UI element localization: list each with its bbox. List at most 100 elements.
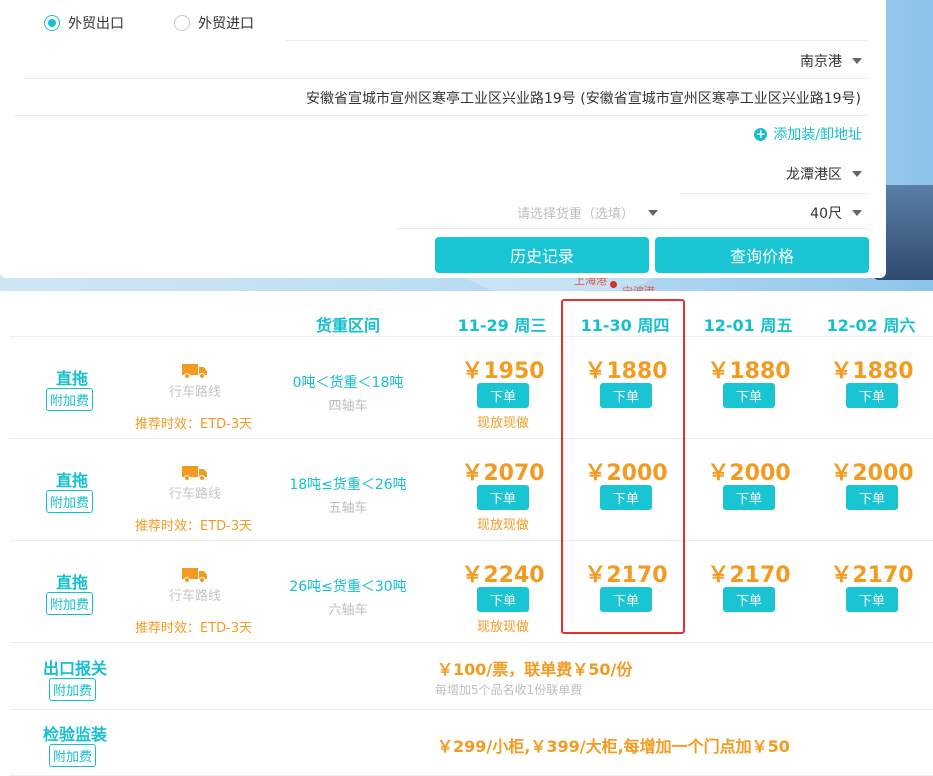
caret-down-icon bbox=[852, 210, 862, 216]
container-select[interactable]: 40尺 bbox=[810, 203, 862, 223]
divider bbox=[24, 78, 868, 79]
service-name: 直拖 bbox=[55, 471, 88, 490]
radio-export-label: 外贸出口 bbox=[68, 16, 124, 32]
history-button[interactable]: 历史记录 bbox=[435, 237, 649, 273]
radio-checked-icon bbox=[44, 15, 60, 31]
price: ￥2000 bbox=[830, 461, 914, 486]
row-divider bbox=[10, 642, 933, 643]
map-label-ningbo: 宁波港 bbox=[622, 283, 655, 291]
date-header: 12-02 周六 bbox=[826, 316, 916, 335]
timeliness-text: 推荐时效：ETD-3天 bbox=[135, 417, 253, 432]
weight-range: 26吨≤货重＜30吨 bbox=[289, 579, 407, 595]
divider bbox=[397, 228, 868, 229]
service-name: 直拖 bbox=[55, 369, 88, 388]
truck-icon bbox=[182, 466, 207, 481]
weight-range: 0吨＜货重＜18吨 bbox=[292, 375, 404, 391]
weight-placeholder: 请选择货重（选填） bbox=[517, 207, 635, 222]
price: ￥1880 bbox=[830, 359, 914, 384]
divider bbox=[680, 193, 868, 194]
date-header: 11-30 周四 bbox=[580, 316, 670, 335]
address-value: 安徽省宣城市宣州区寒亭工业区兴业路19号 (安徽省宣城市宣州区寒亭工业区兴业路1… bbox=[305, 91, 861, 107]
price: ￥2170 bbox=[584, 563, 668, 588]
price: ￥1880 bbox=[707, 359, 791, 384]
surcharge-badge[interactable]: 附加费 bbox=[49, 678, 97, 701]
map-marker bbox=[610, 281, 617, 288]
order-button[interactable]: 下单 bbox=[846, 485, 898, 510]
order-button[interactable]: 下单 bbox=[600, 485, 652, 510]
route-label: 行车路线 bbox=[168, 487, 221, 502]
caret-down-icon bbox=[852, 58, 862, 64]
inspection-price: ￥299/小柜,￥399/大柜,每增加一个门点加￥50 bbox=[437, 737, 790, 756]
caret-down-icon bbox=[852, 171, 862, 177]
row-divider bbox=[10, 709, 933, 710]
customs-price: ￥100/票，联单费￥50/份 bbox=[437, 660, 633, 679]
radio-export[interactable]: 外贸出口 bbox=[44, 13, 124, 33]
radio-import-label: 外贸进口 bbox=[198, 16, 254, 32]
service-name: 出口报关 bbox=[42, 659, 107, 678]
route-link[interactable]: 行车路线 bbox=[155, 567, 235, 604]
note: 现放现做 bbox=[476, 518, 529, 533]
customs-note: 每增加5个品名收1份联单费 bbox=[435, 683, 583, 697]
price: ￥2170 bbox=[830, 563, 914, 588]
date-header: 12-01 周五 bbox=[703, 316, 793, 335]
query-price-button[interactable]: 查询价格 bbox=[655, 237, 869, 273]
weight-range: 18吨≤货重＜26吨 bbox=[289, 477, 407, 493]
row-divider bbox=[10, 438, 933, 439]
price-table: 货重区间 11-29 周三 11-30 周四 12-01 周五 12-02 周六… bbox=[0, 291, 933, 776]
axle-type: 五轴车 bbox=[328, 501, 368, 516]
order-button[interactable]: 下单 bbox=[477, 587, 529, 612]
weight-select[interactable]: 请选择货重（选填） bbox=[517, 203, 659, 222]
order-button[interactable]: 下单 bbox=[600, 383, 652, 408]
divider bbox=[14, 115, 868, 116]
service-name: 直拖 bbox=[55, 573, 88, 592]
order-button[interactable]: 下单 bbox=[846, 587, 898, 612]
route-label: 行车路线 bbox=[168, 589, 221, 604]
port-select[interactable]: 南京港 bbox=[800, 51, 862, 71]
radio-import[interactable]: 外贸进口 bbox=[174, 13, 254, 33]
price: ￥2070 bbox=[461, 461, 545, 486]
port-value: 南京港 bbox=[800, 54, 842, 70]
price: ￥2000 bbox=[707, 461, 791, 486]
order-button[interactable]: 下单 bbox=[723, 587, 775, 612]
route-label: 行车路线 bbox=[168, 385, 221, 400]
surcharge-badge[interactable]: 附加费 bbox=[46, 490, 94, 513]
price: ￥1880 bbox=[584, 359, 668, 384]
add-address-link[interactable]: + 添加装/卸地址 bbox=[754, 124, 862, 144]
divider bbox=[286, 40, 868, 41]
surcharge-badge[interactable]: 附加费 bbox=[46, 592, 94, 615]
row-divider bbox=[10, 540, 933, 541]
truck-icon bbox=[182, 568, 207, 583]
order-button[interactable]: 下单 bbox=[846, 383, 898, 408]
route-link[interactable]: 行车路线 bbox=[155, 465, 235, 502]
caret-down-icon bbox=[648, 209, 659, 216]
route-link[interactable]: 行车路线 bbox=[155, 363, 235, 400]
timeliness-text: 推荐时效：ETD-3天 bbox=[135, 621, 253, 636]
add-address-label: 添加装/卸地址 bbox=[773, 127, 862, 143]
address-field[interactable]: 安徽省宣城市宣州区寒亭工业区兴业路19号 (安徽省宣城市宣州区寒亭工业区兴业路1… bbox=[306, 88, 861, 108]
surcharge-badge[interactable]: 附加费 bbox=[49, 744, 97, 767]
date-header: 11-29 周三 bbox=[457, 316, 547, 335]
trade-type-radio-group: 外贸出口 外贸进口 bbox=[44, 13, 254, 33]
surcharge-badge[interactable]: 附加费 bbox=[46, 388, 94, 411]
terminal-select[interactable]: 龙潭港区 bbox=[786, 164, 862, 184]
order-button[interactable]: 下单 bbox=[723, 485, 775, 510]
container-value: 40尺 bbox=[810, 206, 842, 222]
row-divider bbox=[10, 336, 933, 337]
note: 现放现做 bbox=[476, 620, 529, 635]
plus-circle-icon: + bbox=[754, 126, 768, 141]
weight-range-header: 货重区间 bbox=[315, 316, 380, 335]
price: ￥2170 bbox=[707, 563, 791, 588]
order-button[interactable]: 下单 bbox=[477, 485, 529, 510]
truck-icon bbox=[182, 364, 207, 379]
order-button[interactable]: 下单 bbox=[477, 383, 529, 408]
axle-type: 四轴车 bbox=[328, 399, 368, 414]
order-button[interactable]: 下单 bbox=[723, 383, 775, 408]
price: ￥2000 bbox=[584, 461, 668, 486]
order-button[interactable]: 下单 bbox=[600, 587, 652, 612]
price: ￥1950 bbox=[461, 359, 545, 384]
timeliness-text: 推荐时效：ETD-3天 bbox=[135, 519, 253, 534]
query-form-panel: 外贸出口 外贸进口 南京港 安徽省宣城市宣州区寒亭工业区兴业路19号 (安徽省宣… bbox=[0, 0, 886, 278]
radio-unchecked-icon bbox=[174, 15, 190, 31]
note: 现放现做 bbox=[476, 416, 529, 431]
price: ￥2240 bbox=[461, 563, 545, 588]
